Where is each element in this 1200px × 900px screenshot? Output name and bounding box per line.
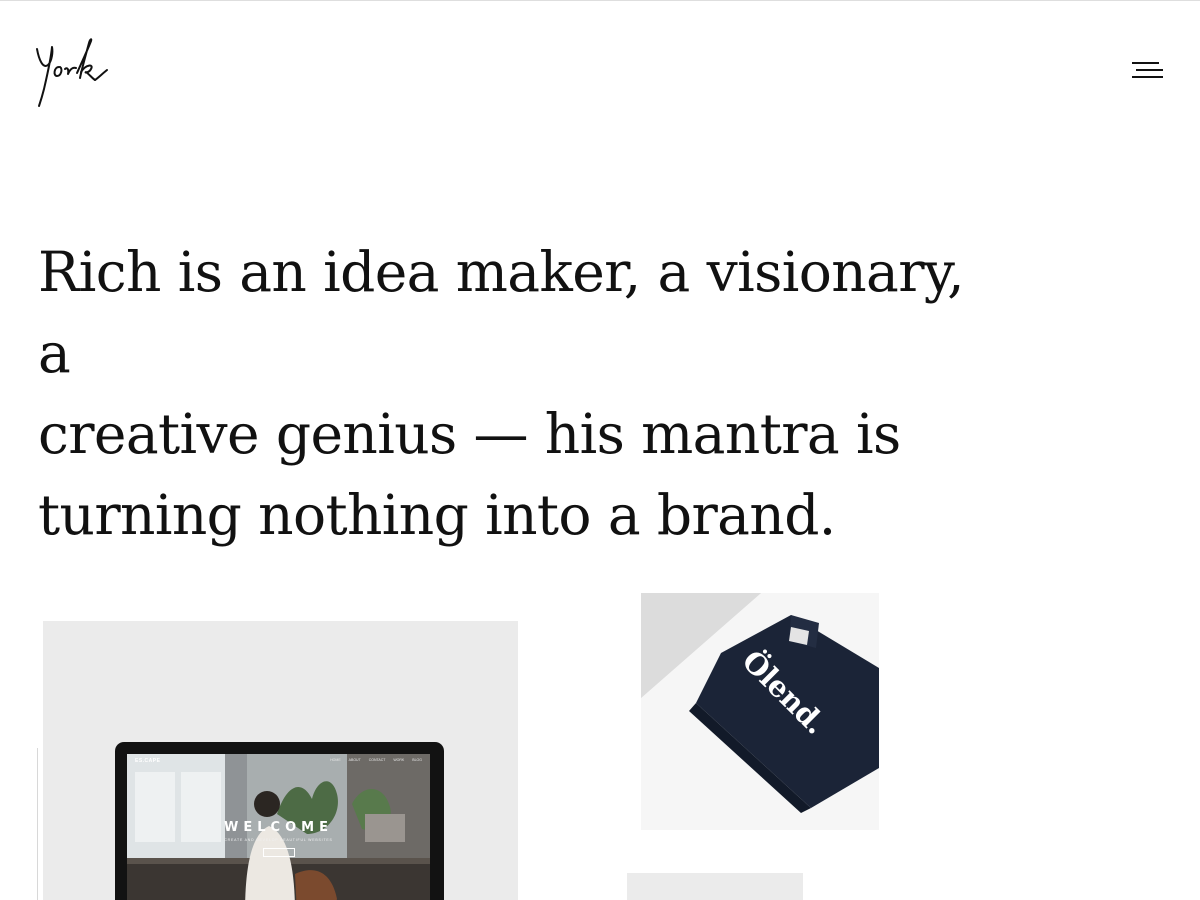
screen-nav: HOME ABOUT CONTACT WORK BLOG bbox=[330, 758, 422, 762]
page: York Rich is an idea maker, a visionary,… bbox=[0, 0, 1200, 900]
hero-line-2: creative genius — his mantra is bbox=[38, 402, 901, 466]
laptop-mockup: ES.CAPE HOME ABOUT CONTACT WORK BLOG WEL… bbox=[115, 742, 444, 900]
portfolio-item-next[interactable] bbox=[627, 873, 803, 900]
screen-nav-item: BLOG bbox=[412, 758, 422, 762]
york-signature-icon bbox=[36, 38, 108, 107]
screen-nav-item: HOME bbox=[330, 758, 341, 762]
screen-cta-button bbox=[263, 848, 295, 857]
screen-brand: ES.CAPE bbox=[135, 758, 161, 764]
folded-sweatshirt-photo bbox=[641, 593, 879, 830]
portfolio-item-sweatshirt[interactable] bbox=[641, 593, 879, 830]
hamburger-menu-icon-line-bottom bbox=[1132, 76, 1163, 78]
york-logo[interactable]: York bbox=[34, 34, 114, 110]
laptop-screen: ES.CAPE HOME ABOUT CONTACT WORK BLOG WEL… bbox=[127, 754, 430, 900]
portfolio-item-laptop[interactable]: ES.CAPE HOME ABOUT CONTACT WORK BLOG WEL… bbox=[43, 621, 518, 900]
logo-text: York bbox=[34, 110, 35, 111]
hero-line-3: turning nothing into a brand. bbox=[38, 483, 836, 547]
screen-welcome-heading: WELCOME bbox=[224, 820, 333, 835]
top-border bbox=[0, 0, 1200, 1]
hamburger-menu-icon-line-middle bbox=[1136, 69, 1163, 71]
portfolio-card-edge bbox=[37, 748, 38, 900]
hero-line-1: Rich is an idea maker, a visionary, a bbox=[38, 240, 965, 385]
hamburger-menu-icon-line-top bbox=[1132, 62, 1159, 64]
screen-subheading: CREATE AND DEVELOP BEAUTIFUL WEBSITES bbox=[224, 838, 333, 842]
hamburger-menu-button[interactable] bbox=[1128, 56, 1168, 86]
screen-nav-item: WORK bbox=[393, 758, 405, 762]
hero-statement: Rich is an idea maker, a visionary, a cr… bbox=[38, 232, 998, 556]
screen-nav-item: ABOUT bbox=[348, 758, 361, 762]
screen-nav-item: CONTACT bbox=[368, 758, 386, 762]
